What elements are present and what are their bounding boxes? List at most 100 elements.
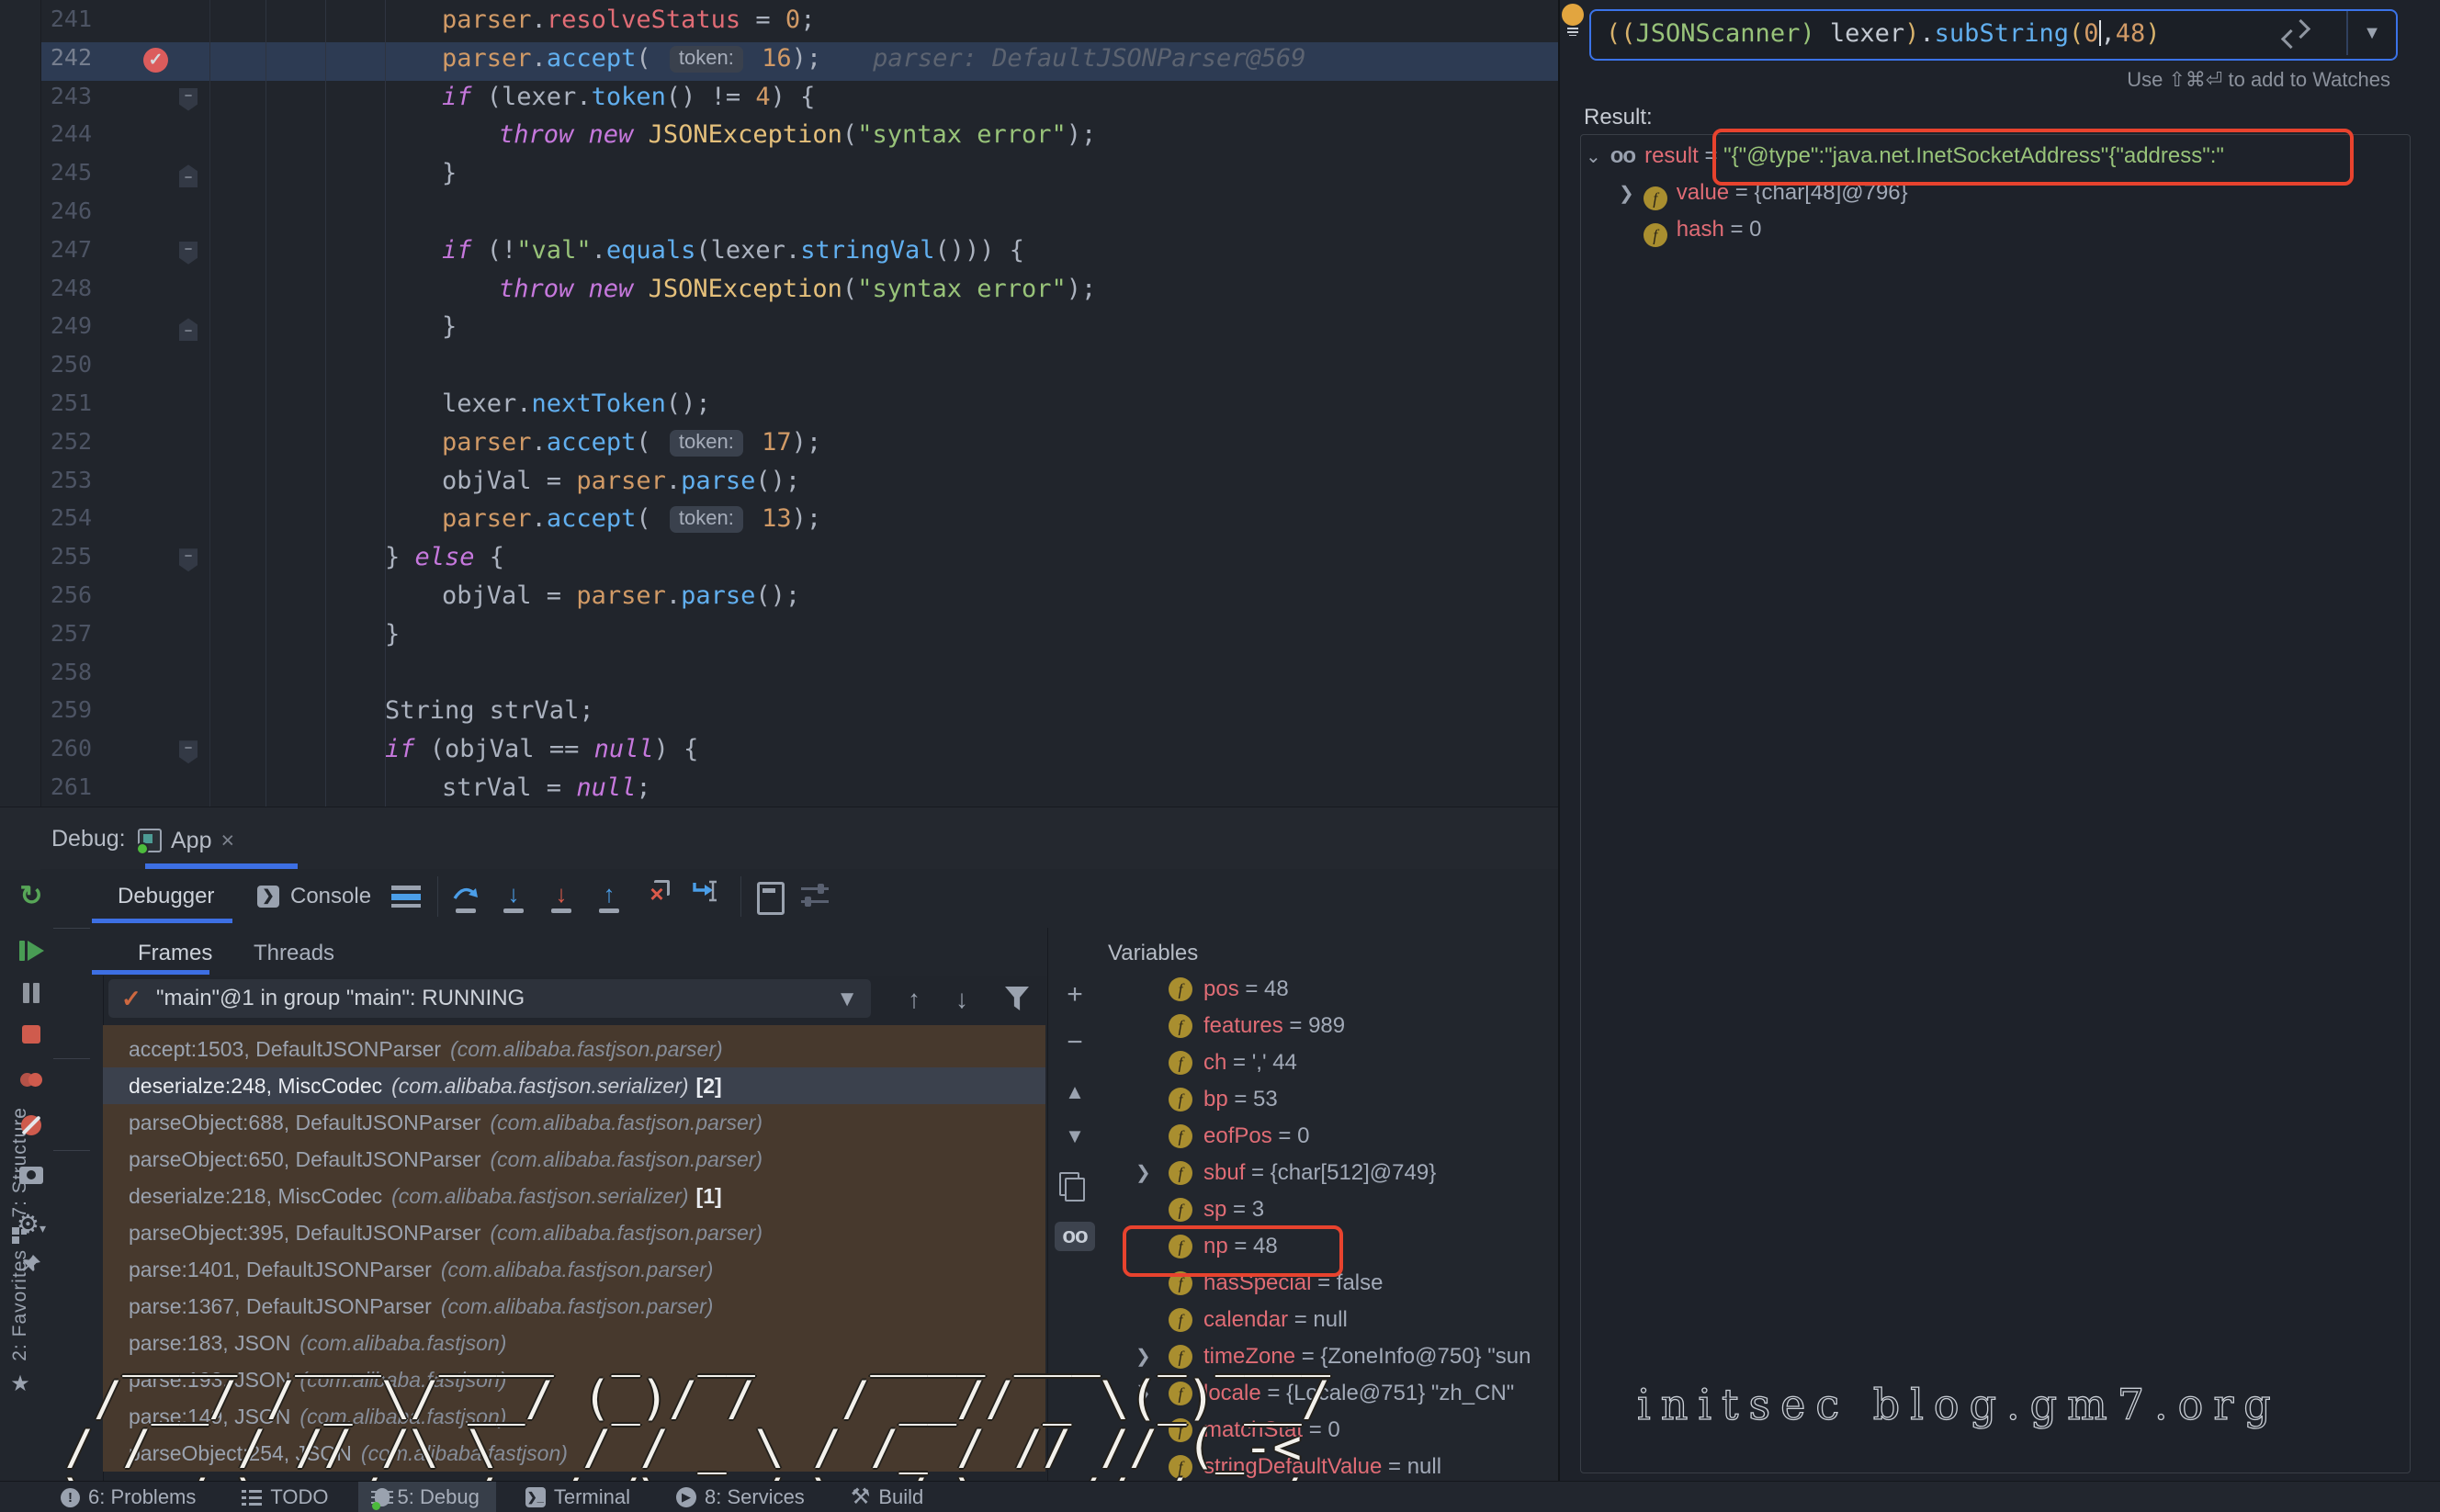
screenshot-button[interactable] — [0, 1167, 62, 1189]
stack-frame-row[interactable]: parseObject:254, JSON(com.alibaba.fastjs… — [103, 1435, 1045, 1472]
force-step-into-button[interactable]: ↓ — [546, 880, 577, 915]
chevron-right-icon[interactable]: ❯ — [1619, 184, 1634, 204]
stack-frame-row[interactable]: parseObject:688, DefaultJSONParser(com.a… — [103, 1104, 1045, 1141]
stack-frame-row[interactable]: parse:193, JSON(com.alibaba.fastjson) — [103, 1361, 1045, 1398]
variable-row[interactable]: fsp = 3 — [1101, 1191, 1558, 1228]
scroll-down-button[interactable]: ▼ — [1048, 1124, 1101, 1148]
pause-button[interactable] — [0, 983, 62, 1008]
line-number[interactable]: 244 — [40, 120, 92, 147]
stack-frame-row[interactable]: parse:1367, DefaultJSONParser(com.alibab… — [103, 1288, 1045, 1325]
fold-open-icon[interactable]: − — [179, 242, 198, 265]
variable-row[interactable]: fmatchStat = 0 — [1101, 1412, 1558, 1449]
statusbar-item-bug[interactable]: 5: Debug — [358, 1482, 496, 1512]
mute-breakpoints-button[interactable] — [0, 1115, 62, 1140]
fold-open-icon[interactable]: − — [179, 548, 198, 571]
line-number[interactable]: 246 — [40, 197, 92, 224]
line-number[interactable]: 250 — [40, 351, 92, 378]
result-tree-row[interactable]: ❯fhash = 0 — [1619, 211, 1762, 248]
filter-frames-button[interactable] — [1005, 987, 1029, 1010]
line-number[interactable]: 241 — [40, 6, 92, 32]
line-number[interactable]: 259 — [40, 696, 92, 723]
expand-icon[interactable] — [2284, 22, 2308, 46]
stack-frame-row[interactable]: deserialze:248, MiscCodec(com.alibaba.fa… — [103, 1067, 1045, 1104]
copy-value-button[interactable] — [1048, 1178, 1101, 1206]
variable-row[interactable]: ❯flocale = {Locale@751} "zh_CN" — [1101, 1375, 1558, 1412]
rerun-button[interactable]: ↻ — [0, 880, 62, 912]
tab-session-app[interactable]: App × — [138, 817, 303, 864]
line-number[interactable]: 252 — [40, 428, 92, 455]
tracing-settings-button[interactable] — [801, 886, 829, 908]
step-into-button[interactable]: ↓ — [498, 880, 529, 915]
line-number[interactable]: 253 — [40, 467, 92, 493]
line-number[interactable]: 247 — [40, 236, 92, 263]
pin-button[interactable] — [0, 1253, 62, 1280]
variable-row[interactable]: fcalendar = null — [1101, 1302, 1558, 1338]
add-watch-button[interactable]: + — [1048, 979, 1101, 1010]
run-to-cursor-button[interactable] — [689, 880, 720, 915]
line-number[interactable]: 257 — [40, 620, 92, 647]
thread-selector[interactable]: ✓ "main"@1 in group "main": RUNNING ▼ — [108, 979, 871, 1018]
stack-frame-row[interactable]: parseObject:395, DefaultJSONParser(com.a… — [103, 1214, 1045, 1251]
resume-button[interactable] — [0, 941, 62, 965]
line-number[interactable]: 248 — [40, 275, 92, 301]
fold-open-icon[interactable]: − — [179, 88, 198, 111]
tab-threads[interactable]: Threads — [254, 941, 334, 966]
chevron-right-icon[interactable]: ❯ — [1135, 1155, 1151, 1191]
variable-row[interactable]: ❯fsbuf = {char[512]@749} — [1101, 1155, 1558, 1191]
stop-button[interactable] — [0, 1025, 62, 1048]
chevron-right-icon[interactable]: ❯ — [1135, 1338, 1151, 1375]
stack-frame-row[interactable]: parse:1401, DefaultJSONParser(com.alibab… — [103, 1251, 1045, 1288]
line-number[interactable]: 261 — [40, 773, 92, 800]
variable-row[interactable]: fstringDefaultValue = null — [1101, 1449, 1558, 1481]
settings-gear-button[interactable]: ⚙▾ — [0, 1209, 62, 1239]
tab-console[interactable]: Console — [290, 884, 371, 909]
evaluate-expression-button[interactable] — [757, 882, 785, 915]
tab-frames[interactable]: Frames — [138, 941, 212, 966]
line-number[interactable]: 243 — [40, 83, 92, 109]
line-number[interactable]: 258 — [40, 659, 92, 685]
move-frame-down-button[interactable]: ↓ — [955, 985, 968, 1014]
step-out-button[interactable]: ↑ — [593, 880, 625, 915]
line-number[interactable]: 245 — [40, 159, 92, 186]
statusbar-item-problems[interactable]: !6: Problems — [44, 1482, 212, 1512]
stack-frame-row[interactable]: accept:1503, DefaultJSONParser(com.aliba… — [103, 1031, 1045, 1067]
stack-frame-row[interactable]: parse:149, JSON(com.alibaba.fastjson) — [103, 1398, 1045, 1435]
lightbulb-icon[interactable] — [1562, 4, 1584, 26]
stack-frame-row[interactable]: parseObject:650, DefaultJSONParser(com.a… — [103, 1141, 1045, 1178]
line-number[interactable]: 256 — [40, 581, 92, 608]
drop-frame-button[interactable]: × — [641, 880, 672, 915]
stack-frame-row[interactable]: deserialze:218, MiscCodec(com.alibaba.fa… — [103, 1178, 1045, 1214]
stack-frame-row[interactable]: parse:183, JSON(com.alibaba.fastjson) — [103, 1325, 1045, 1361]
scroll-up-button[interactable]: ▲ — [1048, 1080, 1101, 1104]
variable-row[interactable]: ffeatures = 989 — [1101, 1008, 1558, 1044]
variable-row[interactable]: ❯ftimeZone = {ZoneInfo@750} "sun — [1101, 1338, 1558, 1375]
tab-debugger[interactable]: Debugger — [118, 884, 214, 909]
code-editor[interactable]: 241parser.resolveStatus = 0;242✓parser.a… — [40, 0, 1558, 807]
statusbar-item-build[interactable]: ⚒Build — [834, 1482, 940, 1512]
line-number[interactable]: 249 — [40, 312, 92, 339]
fold-open-icon[interactable]: − — [179, 740, 198, 763]
fold-close-icon[interactable]: − — [179, 318, 198, 341]
line-number[interactable]: 255 — [40, 543, 92, 570]
statusbar-item-todo[interactable]: TODO — [225, 1482, 345, 1512]
fold-close-icon[interactable]: − — [179, 164, 198, 187]
statusbar-item-terminal[interactable]: ❯_Terminal — [509, 1482, 647, 1512]
step-over-button[interactable] — [450, 880, 481, 915]
layout-icon[interactable] — [391, 886, 421, 908]
move-frame-up-button[interactable]: ↑ — [908, 985, 921, 1014]
chevron-down-icon[interactable]: ⌄ — [1586, 147, 1601, 167]
close-icon[interactable]: × — [220, 828, 234, 854]
variable-row[interactable]: fpos = 48 — [1101, 971, 1558, 1008]
breakpoint-icon[interactable]: ✓ — [143, 48, 168, 73]
variable-row[interactable]: fbp = 53 — [1101, 1081, 1558, 1118]
variable-row[interactable]: feofPos = 0 — [1101, 1118, 1558, 1155]
chevron-right-icon[interactable]: ❯ — [1135, 1375, 1151, 1412]
view-breakpoints-button[interactable] — [0, 1073, 62, 1091]
line-number[interactable]: 254 — [40, 504, 92, 531]
remove-watch-button[interactable]: − — [1048, 1027, 1101, 1058]
line-number[interactable]: 242 — [40, 44, 92, 71]
variable-row[interactable]: fch = ',' 44 — [1101, 1044, 1558, 1081]
statusbar-item-services[interactable]: ▶8: Services — [660, 1482, 821, 1512]
expression-history-dropdown[interactable]: ▼ — [2346, 11, 2396, 55]
line-number[interactable]: 260 — [40, 735, 92, 762]
